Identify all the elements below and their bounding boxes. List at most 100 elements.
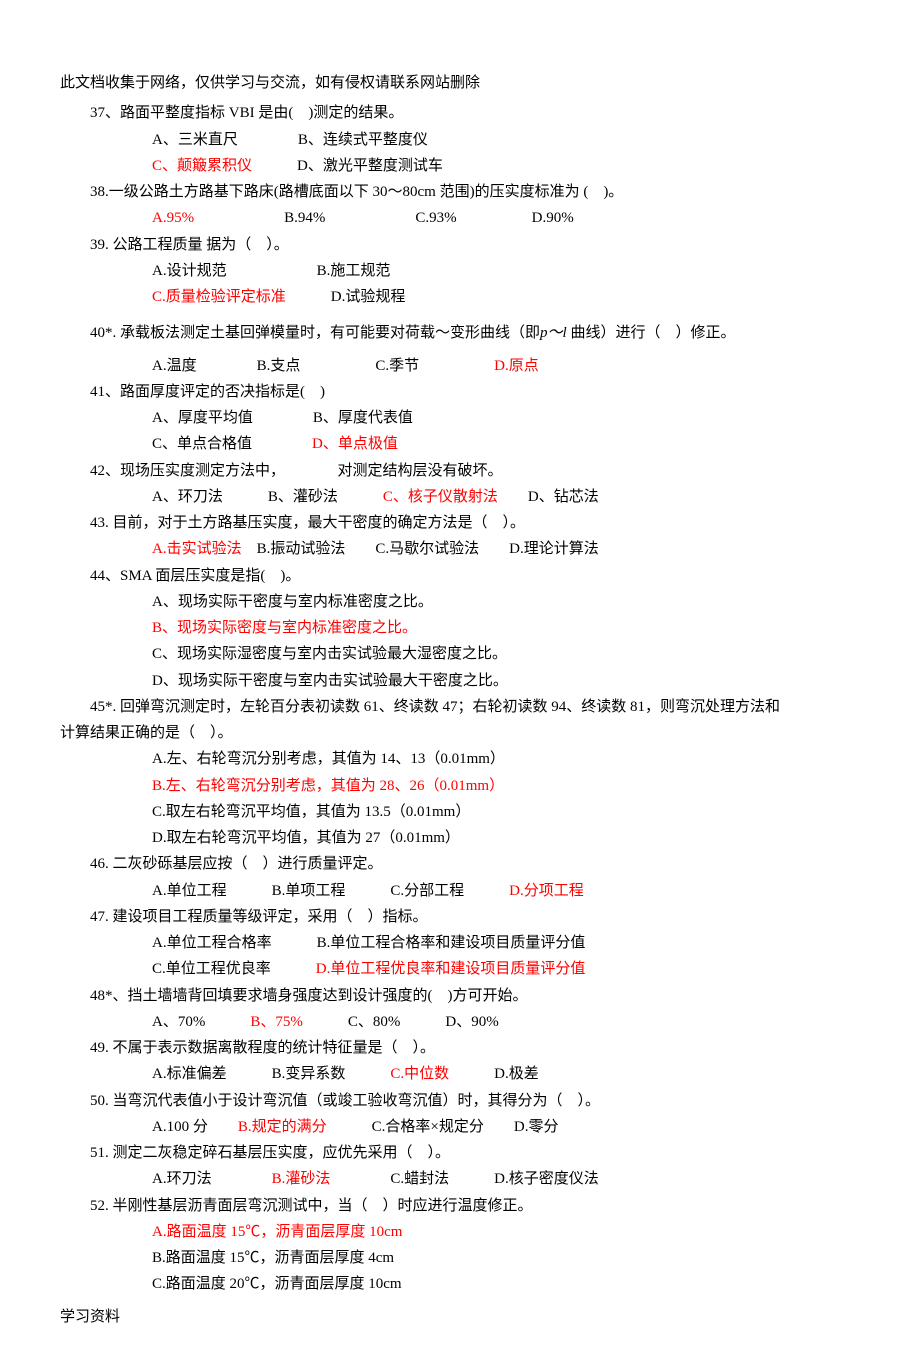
q52-b: B.路面温度 15℃，沥青面层厚度 4cm [152,1250,394,1266]
q44-a-row: A、现场实际干密度与室内标准密度之比。 [90,589,860,615]
q52-c: C.路面温度 20℃，沥青面层厚度 10cm [152,1276,402,1292]
q47-row2: C.单位工程优良率 D.单位工程优良率和建设项目质量评分值 [90,956,860,982]
document-body: 37、路面平整度指标 VBI 是由( )测定的结果。 A、三米直尺 B、连续式平… [60,100,860,1297]
formula: p～l [540,325,567,341]
q42-a: A、环刀法 [152,489,223,505]
page-header: 此文档收集于网络，仅供学习与交流，如有侵权请联系网站删除 [60,70,860,96]
q38-a: A.95% [152,210,194,226]
q49-c: C.中位数 [390,1066,449,1082]
q45-b: B.左、右轮弯沉分别考虑，其值为 28、26（0.01mm） [152,778,504,794]
q49-a: A.标准偏差 [152,1066,227,1082]
q51-d: D.核子密度仪法 [494,1171,599,1187]
q48-b: B、75% [250,1014,303,1030]
q51-stem: 51. 测定二灰稳定碎石基层压实度，应优先采用（ ）。 [90,1140,860,1166]
q48-c: C、80% [348,1014,401,1030]
q49-b: B.变异系数 [272,1066,346,1082]
q42-d: D、钻芯法 [528,489,599,505]
q44-stem: 44、SMA 面层压实度是指( )。 [90,563,860,589]
q45-a-row: A.左、右轮弯沉分别考虑，其值为 14、13（0.01mm） [90,746,860,772]
q47-a: A.单位工程合格率 [152,935,272,951]
q45-stem2: 计算结果正确的是（ ）。 [60,720,860,746]
q51-c: C.蜡封法 [390,1171,449,1187]
q52-a-row: A.路面温度 15℃，沥青面层厚度 10cm [90,1219,860,1245]
q50-row: A.100 分 B.规定的满分 C.合格率×规定分 D.零分 [90,1114,860,1140]
q50-b: B.规定的满分 [238,1119,327,1135]
q52-a: A.路面温度 15℃，沥青面层厚度 10cm [152,1224,402,1240]
q44-a: A、现场实际干密度与室内标准密度之比。 [152,594,433,610]
q44-d: D、现场实际干密度与室内击实试验最大干密度之比。 [152,673,508,689]
q41-row2: C、单点合格值 D、单点极值 [90,431,860,457]
q51-row: A.环刀法 B.灌砂法 C.蜡封法 D.核子密度仪法 [90,1166,860,1192]
footer-text: 学习资料 [60,1309,120,1325]
q46-stem: 46. 二灰砂砾基层应按（ ）进行质量评定。 [90,851,860,877]
q37-d: D、激光平整度测试车 [297,158,443,174]
q50-stem: 50. 当弯沉代表值小于设计弯沉值（或竣工验收弯沉值）时，其得分为（ ）。 [90,1088,860,1114]
q47-d: D.单位工程优良率和建设项目质量评分值 [316,961,586,977]
q43-stem: 43. 目前，对于土方路基压实度，最大干密度的确定方法是（ ）。 [90,510,860,536]
q47-c: C.单位工程优良率 [152,961,271,977]
q52-b-row: B.路面温度 15℃，沥青面层厚度 4cm [90,1245,860,1271]
q40-a: A.温度 [152,358,197,374]
q46-d: D.分项工程 [509,883,584,899]
q50-a: A.100 分 [152,1119,208,1135]
q49-row: A.标准偏差 B.变异系数 C.中位数 D.极差 [90,1061,860,1087]
q44-c-row: C、现场实际湿密度与室内击实试验最大湿密度之比。 [90,641,860,667]
q39-b: B.施工规范 [317,263,391,279]
q46-c: C.分部工程 [390,883,464,899]
q40-d: D.原点 [494,358,539,374]
q40-row: A.温度 B.支点 C.季节 D.原点 [90,353,860,379]
q45-d: D.取左右轮弯沉平均值，其值为 27（0.01mm） [152,830,460,846]
q48-d: D、90% [445,1014,498,1030]
q44-b-row: B、现场实际密度与室内标准密度之比。 [90,615,860,641]
q44-c: C、现场实际湿密度与室内击实试验最大湿密度之比。 [152,646,507,662]
q46-a: A.单位工程 [152,883,227,899]
q37-c: C、颠簸累积仪 [152,158,252,174]
q41-stem: 41、路面厚度评定的否决指标是( ) [90,379,860,405]
q41-a: A、厚度平均值 [152,410,253,426]
q38-stem: 38.一级公路土方路基下路床(路槽底面以下 30～80cm 范围)的压实度标准为… [90,179,860,205]
q47-row1: A.单位工程合格率 B.单位工程合格率和建设项目质量评分值 [90,930,860,956]
q39-stem: 39. 公路工程质量 据为（ ）。 [90,232,860,258]
q37-b: B、连续式平整度仪 [298,132,428,148]
q41-row1: A、厚度平均值 B、厚度代表值 [90,405,860,431]
q39-row2: C.质量检验评定标准 D.试验规程 [90,284,860,310]
q45-d-row: D.取左右轮弯沉平均值，其值为 27（0.01mm） [90,825,860,851]
q37-row2: C、颠簸累积仪 D、激光平整度测试车 [90,153,860,179]
q51-a: A.环刀法 [152,1171,212,1187]
header-text: 此文档收集于网络，仅供学习与交流，如有侵权请联系网站删除 [60,75,480,91]
q45-b-row: B.左、右轮弯沉分别考虑，其值为 28、26（0.01mm） [90,773,860,799]
q43-row: A.击实试验法 B.振动试验法 C.马歇尔试验法 D.理论计算法 [90,536,860,562]
q40-c: C.季节 [375,358,419,374]
q44-b: B、现场实际密度与室内标准密度之比。 [152,620,417,636]
q48-stem: 48*、挡土墙墙背回填要求墙身强度达到设计强度的( )方可开始。 [90,983,860,1009]
q52-stem: 52. 半刚性基层沥青面层弯沉测试中，当（ ）时应进行温度修正。 [90,1193,860,1219]
q43-a: A.击实试验法 [152,541,242,557]
q41-c: C、单点合格值 [152,436,252,452]
q49-stem: 49. 不属于表示数据离散程度的统计特征量是（ ）。 [90,1035,860,1061]
q43-b: B.振动试验法 [257,541,346,557]
q39-d: D.试验规程 [331,289,406,305]
q45-a: A.左、右轮弯沉分别考虑，其值为 14、13（0.01mm） [152,751,505,767]
q46-b: B.单项工程 [272,883,346,899]
q37-stem: 37、路面平整度指标 VBI 是由( )测定的结果。 [90,100,860,126]
spacer [90,310,860,320]
q43-d: D.理论计算法 [509,541,599,557]
q50-d: D.零分 [514,1119,559,1135]
q46-row: A.单位工程 B.单项工程 C.分部工程 D.分项工程 [90,878,860,904]
q39-a: A.设计规范 [152,263,227,279]
q38-d: D.90% [532,210,574,226]
q39-c: C.质量检验评定标准 [152,289,286,305]
q40-b: B.支点 [257,358,301,374]
q42-c: C、核子仪散射法 [383,489,498,505]
q38-c: C.93% [415,210,456,226]
q40-stem: 40*. 承载板法测定土基回弹模量时，有可能要对荷载～变形曲线（即p～l 曲线）… [90,320,860,346]
q45-stem1: 45*. 回弹弯沉测定时，左轮百分表初读数 61、终读数 47；右轮初读数 94… [90,694,860,720]
q47-b: B.单位工程合格率和建设项目质量评分值 [317,935,586,951]
q42-row: A、环刀法 B、灌砂法 C、核子仪散射法 D、钻芯法 [90,484,860,510]
q52-c-row: C.路面温度 20℃，沥青面层厚度 10cm [90,1271,860,1297]
q48-a: A、70% [152,1014,205,1030]
q37-row1: A、三米直尺 B、连续式平整度仪 [90,127,860,153]
q43-c: C.马歇尔试验法 [375,541,479,557]
page-footer: 学习资料 [60,1304,860,1330]
q38-b: B.94% [284,210,325,226]
